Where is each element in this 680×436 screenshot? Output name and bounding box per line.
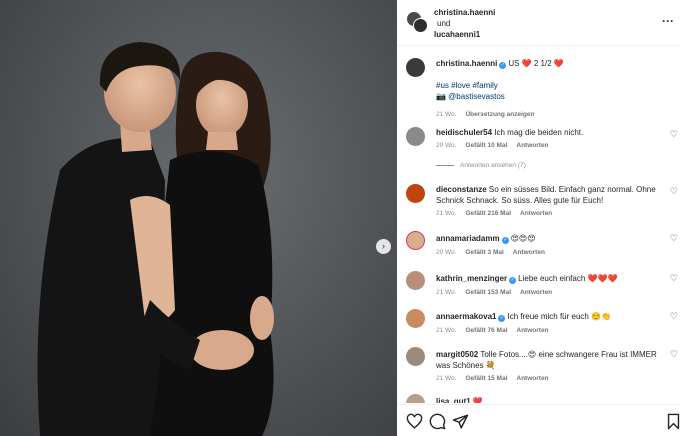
heart-icon[interactable]: ♡ bbox=[670, 186, 678, 197]
comment-time: 21 Wo. bbox=[436, 327, 457, 334]
avatar[interactable] bbox=[406, 184, 425, 203]
comment-text: Liebe euch einfach ❤️❤️❤️ bbox=[518, 274, 618, 283]
couple-photo-illustration bbox=[37, 42, 274, 436]
comment-icon[interactable] bbox=[429, 413, 446, 430]
header-username-1[interactable]: christina.haenni bbox=[434, 8, 495, 17]
comment-username[interactable]: annaermakova1 bbox=[436, 312, 496, 321]
heart-icon[interactable]: ♡ bbox=[670, 311, 678, 322]
avatar[interactable] bbox=[406, 271, 425, 290]
reply-button[interactable]: Antworten bbox=[516, 327, 548, 334]
heart-icon[interactable] bbox=[406, 413, 423, 430]
comment-text: Ich freue mich für euch ☺️👏 bbox=[507, 312, 611, 321]
header-username-2[interactable]: lucahaenni1 bbox=[434, 30, 480, 39]
comment-time: 20 Wo. bbox=[436, 142, 457, 149]
comment-text: Ich mag die beiden nicht. bbox=[494, 128, 584, 137]
comment-username[interactable]: kathrin_menzinger bbox=[436, 274, 507, 283]
comment-likes[interactable]: Gefällt 15 Mal bbox=[465, 375, 507, 382]
comment-username[interactable]: heidischuler54 bbox=[436, 128, 492, 137]
comment-time: 20 Wo. bbox=[436, 249, 457, 256]
comment-likes[interactable]: Gefällt 153 Mal bbox=[465, 289, 511, 296]
comment-time: 21 Wo. bbox=[436, 210, 457, 217]
comment-username[interactable]: annamariadamm bbox=[436, 234, 500, 243]
avatar[interactable] bbox=[406, 347, 425, 366]
heart-icon[interactable]: ♡ bbox=[670, 349, 678, 360]
comment-likes[interactable]: Gefällt 3 Mal bbox=[465, 249, 503, 256]
reply-button[interactable]: Antworten bbox=[520, 289, 552, 296]
comment-text: ❤️ bbox=[472, 397, 483, 403]
reply-button[interactable]: Antworten bbox=[516, 375, 548, 382]
comment-time: 21 Wo. bbox=[436, 375, 457, 382]
view-replies-button[interactable]: Antworten ansehen (7) bbox=[436, 162, 526, 169]
post-photo[interactable]: › bbox=[0, 0, 397, 436]
comment-likes[interactable]: Gefällt 10 Mal bbox=[465, 142, 507, 149]
avatar[interactable] bbox=[406, 127, 425, 146]
comment-username[interactable]: margit0502 bbox=[436, 350, 478, 359]
action-bar bbox=[397, 404, 680, 436]
divider bbox=[436, 164, 454, 166]
reply-button[interactable]: Antworten bbox=[516, 142, 548, 149]
more-icon[interactable]: ··· bbox=[662, 14, 674, 28]
verified-icon: ✓ bbox=[499, 62, 507, 69]
comment-time: 21 Wo. bbox=[436, 289, 457, 296]
avatar[interactable] bbox=[406, 394, 425, 403]
comment-username[interactable]: lisa_gut1 bbox=[436, 397, 471, 403]
bookmark-icon[interactable] bbox=[665, 413, 680, 430]
comment-likes[interactable]: Gefällt 76 Mal bbox=[465, 327, 507, 334]
caption-text: US ❤️ 2 1/2 ❤️ bbox=[508, 59, 564, 68]
comment-username[interactable]: dieconstanze bbox=[436, 185, 487, 194]
comment-likes[interactable]: Gefällt 216 Mal bbox=[465, 210, 511, 217]
header-avatars[interactable] bbox=[406, 11, 428, 33]
reply-button[interactable]: Antworten bbox=[520, 210, 552, 217]
heart-icon[interactable]: ♡ bbox=[670, 273, 678, 284]
avatar[interactable] bbox=[406, 58, 425, 77]
verified-icon: ✓ bbox=[501, 237, 509, 244]
view-replies-label: Antworten ansehen (7) bbox=[460, 162, 526, 169]
comment-text: 😍😍😍 bbox=[510, 234, 536, 243]
heart-icon[interactable]: ♡ bbox=[670, 233, 678, 244]
comments-list[interactable]: christina.haenni ✓ US ❤️ 2 1/2 ❤️ #us #lov… bbox=[397, 47, 680, 403]
header-usernames: christina.haenni und lucahaenni1 bbox=[434, 7, 495, 40]
caption-username[interactable]: christina.haenni bbox=[436, 59, 497, 68]
caption-hashtags[interactable]: #us #love #family bbox=[436, 80, 666, 91]
translate-link[interactable]: Übersetzung anzeigen bbox=[465, 111, 534, 118]
reply-button[interactable]: Antworten bbox=[513, 249, 545, 256]
share-icon[interactable] bbox=[452, 413, 469, 430]
verified-icon: ✓ bbox=[498, 315, 506, 322]
avatar[interactable] bbox=[406, 231, 425, 250]
avatar bbox=[413, 18, 428, 33]
next-photo-button[interactable]: › bbox=[376, 239, 391, 254]
caption-credit[interactable]: 📷 @bastisevastos bbox=[436, 91, 666, 102]
caption-time: 21 Wo. bbox=[436, 111, 457, 118]
post-details-panel: christina.haenni und lucahaenni1 ··· chr… bbox=[397, 0, 680, 436]
avatar[interactable] bbox=[406, 309, 425, 328]
verified-icon: ✓ bbox=[509, 277, 517, 284]
post-header: christina.haenni und lucahaenni1 ··· bbox=[397, 0, 680, 46]
header-conjunction: und bbox=[437, 19, 451, 28]
heart-icon[interactable]: ♡ bbox=[670, 129, 678, 140]
